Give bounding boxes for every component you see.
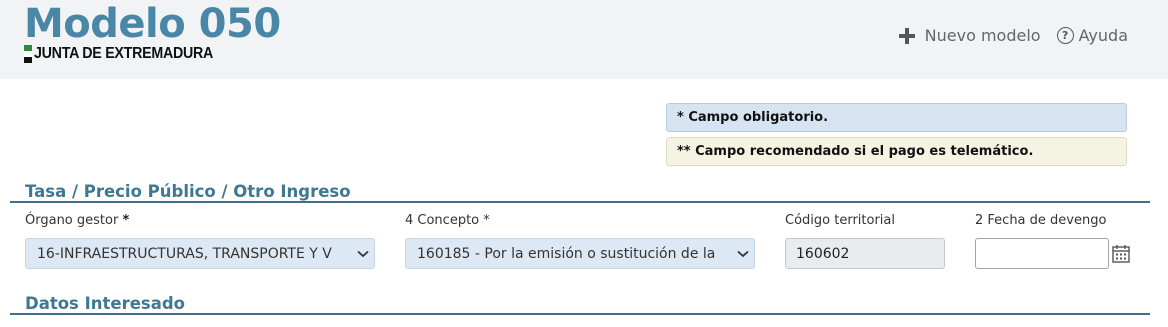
- concepto-label: 4 Concepto *: [405, 213, 490, 228]
- required-mark: *: [483, 213, 490, 228]
- plus-icon: [898, 27, 916, 45]
- concepto-select[interactable]: 160185 - Por la emisión o sustitución de…: [405, 238, 755, 269]
- header-actions: Nuevo modelo ? Ayuda: [898, 26, 1128, 45]
- flag-icon: [24, 45, 32, 63]
- section-title-tasa: Tasa / Precio Público / Otro Ingreso: [25, 182, 351, 201]
- organo-gestor-label: Órgano gestor *: [25, 213, 129, 228]
- chevron-down-icon: [732, 250, 754, 258]
- organo-gestor-label-text: Órgano gestor: [25, 213, 119, 228]
- section-divider: [10, 313, 1150, 315]
- app-title: Modelo 050: [24, 1, 281, 47]
- org-name: JUNTA DE EXTREMADURA: [34, 45, 214, 62]
- chevron-down-icon: [352, 250, 374, 258]
- calendar-icon[interactable]: [1112, 244, 1130, 263]
- codigo-territorial-label: Código territorial: [785, 213, 895, 228]
- fecha-devengo-label: 2 Fecha de devengo: [975, 213, 1107, 228]
- codigo-territorial-field[interactable]: 160602: [785, 238, 945, 269]
- required-mark: *: [122, 213, 130, 228]
- required-notice: * Campo obligatorio.: [666, 103, 1127, 132]
- concepto-value: 160185 - Por la emisión o sustitución de…: [417, 245, 716, 262]
- section-divider: [10, 201, 1150, 203]
- section-title-interesado: Datos Interesado: [25, 294, 186, 313]
- new-model-label: Nuevo modelo: [924, 26, 1041, 45]
- org-logo: JUNTA DE EXTREMADURA: [24, 44, 229, 64]
- organo-gestor-value: 16-INFRAESTRUCTURAS, TRANSPORTE Y V: [37, 245, 332, 262]
- help-icon: ?: [1056, 27, 1074, 44]
- new-model-button[interactable]: Nuevo modelo: [898, 26, 1041, 45]
- concepto-label-text: 4 Concepto: [405, 213, 480, 228]
- help-button[interactable]: ? Ayuda: [1056, 26, 1128, 45]
- help-label: Ayuda: [1078, 26, 1128, 45]
- fecha-devengo-input[interactable]: [975, 238, 1109, 269]
- recommended-notice: ** Campo recomendado si el pago es telem…: [666, 137, 1127, 166]
- organo-gestor-select[interactable]: 16-INFRAESTRUCTURAS, TRANSPORTE Y V: [25, 238, 375, 269]
- page-header: Modelo 050 JUNTA DE EXTREMADURA Nuevo mo…: [0, 0, 1168, 79]
